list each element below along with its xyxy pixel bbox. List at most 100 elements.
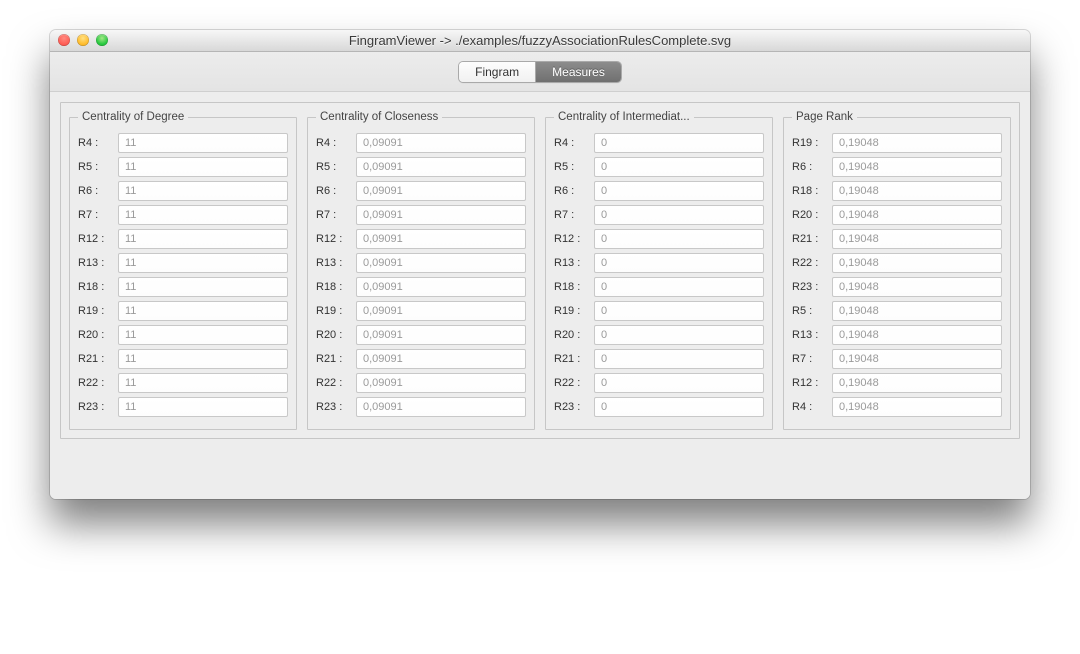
row-value[interactable] — [356, 205, 526, 225]
close-icon[interactable] — [58, 34, 70, 46]
row-label: R5 : — [792, 305, 826, 317]
row-value[interactable] — [356, 253, 526, 273]
row-value[interactable] — [594, 325, 764, 345]
tab-fingram[interactable]: Fingram — [459, 62, 535, 82]
row-value[interactable] — [118, 277, 288, 297]
measure-row: R20 : — [78, 325, 288, 345]
row-value[interactable] — [118, 325, 288, 345]
content: Centrality of DegreeR4 :R5 :R6 :R7 :R12 … — [50, 92, 1030, 499]
row-value[interactable] — [356, 157, 526, 177]
toolbar: Fingram Measures — [50, 52, 1030, 92]
row-value[interactable] — [594, 373, 764, 393]
row-value[interactable] — [832, 133, 1002, 153]
row-label: R5 : — [316, 161, 350, 173]
row-value[interactable] — [356, 133, 526, 153]
measure-row: R6 : — [78, 181, 288, 201]
row-label: R13 : — [316, 257, 350, 269]
measure-row: R23 : — [792, 277, 1002, 297]
row-value[interactable] — [832, 325, 1002, 345]
zoom-icon[interactable] — [96, 34, 108, 46]
row-value[interactable] — [594, 133, 764, 153]
measure-row: R6 : — [316, 181, 526, 201]
row-label: R6 : — [78, 185, 112, 197]
row-value[interactable] — [594, 301, 764, 321]
minimize-icon[interactable] — [77, 34, 89, 46]
row-label: R19 : — [792, 137, 826, 149]
measure-row: R19 : — [316, 301, 526, 321]
row-label: R21 : — [78, 353, 112, 365]
row-value[interactable] — [118, 181, 288, 201]
row-label: R23 : — [78, 401, 112, 413]
row-value[interactable] — [118, 133, 288, 153]
row-value[interactable] — [356, 229, 526, 249]
row-value[interactable] — [356, 301, 526, 321]
row-value[interactable] — [832, 349, 1002, 369]
row-label: R4 : — [78, 137, 112, 149]
row-value[interactable] — [356, 349, 526, 369]
row-label: R22 : — [78, 377, 112, 389]
row-value[interactable] — [594, 253, 764, 273]
row-value[interactable] — [118, 349, 288, 369]
row-value[interactable] — [594, 229, 764, 249]
row-value[interactable] — [594, 277, 764, 297]
row-value[interactable] — [594, 181, 764, 201]
row-label: R19 : — [554, 305, 588, 317]
row-label: R20 : — [316, 329, 350, 341]
row-value[interactable] — [594, 205, 764, 225]
app-window: FingramViewer -> ./examples/fuzzyAssocia… — [50, 30, 1030, 499]
row-value[interactable] — [832, 301, 1002, 321]
titlebar[interactable]: FingramViewer -> ./examples/fuzzyAssocia… — [50, 30, 1030, 52]
row-value[interactable] — [832, 277, 1002, 297]
row-value[interactable] — [594, 157, 764, 177]
row-label: R5 : — [78, 161, 112, 173]
row-label: R23 : — [554, 401, 588, 413]
row-value[interactable] — [118, 373, 288, 393]
measure-row: R21 : — [78, 349, 288, 369]
measure-row: R23 : — [554, 397, 764, 417]
measure-row: R18 : — [316, 277, 526, 297]
row-label: R22 : — [554, 377, 588, 389]
row-value[interactable] — [832, 181, 1002, 201]
tab-measures[interactable]: Measures — [535, 62, 621, 82]
row-value[interactable] — [118, 157, 288, 177]
measure-row: R7 : — [792, 349, 1002, 369]
measure-row: R4 : — [78, 133, 288, 153]
measure-row: R12 : — [78, 229, 288, 249]
measure-row: R20 : — [554, 325, 764, 345]
row-value[interactable] — [356, 181, 526, 201]
row-value[interactable] — [356, 397, 526, 417]
row-value[interactable] — [832, 253, 1002, 273]
measure-row: R18 : — [78, 277, 288, 297]
row-value[interactable] — [356, 373, 526, 393]
row-value[interactable] — [832, 229, 1002, 249]
row-value[interactable] — [118, 301, 288, 321]
row-label: R13 : — [78, 257, 112, 269]
measures-panel: Centrality of DegreeR4 :R5 :R6 :R7 :R12 … — [60, 102, 1020, 439]
measure-row: R21 : — [316, 349, 526, 369]
measure-row: R22 : — [792, 253, 1002, 273]
row-value[interactable] — [356, 277, 526, 297]
row-value[interactable] — [832, 373, 1002, 393]
row-value[interactable] — [118, 253, 288, 273]
row-label: R4 : — [316, 137, 350, 149]
row-value[interactable] — [594, 397, 764, 417]
row-value[interactable] — [118, 205, 288, 225]
measure-row: R5 : — [78, 157, 288, 177]
row-value[interactable] — [356, 325, 526, 345]
row-label: R6 : — [792, 161, 826, 173]
row-value[interactable] — [594, 349, 764, 369]
row-value[interactable] — [832, 157, 1002, 177]
measure-row: R7 : — [78, 205, 288, 225]
measure-group: Page RankR19 :R6 :R18 :R20 :R21 :R22 :R2… — [783, 111, 1011, 430]
row-label: R18 : — [792, 185, 826, 197]
measure-row: R5 : — [316, 157, 526, 177]
measure-row: R13 : — [554, 253, 764, 273]
row-label: R23 : — [316, 401, 350, 413]
measure-row: R4 : — [316, 133, 526, 153]
measure-row: R18 : — [554, 277, 764, 297]
row-value[interactable] — [118, 397, 288, 417]
row-value[interactable] — [832, 205, 1002, 225]
row-value[interactable] — [118, 229, 288, 249]
measure-row: R23 : — [316, 397, 526, 417]
row-value[interactable] — [832, 397, 1002, 417]
